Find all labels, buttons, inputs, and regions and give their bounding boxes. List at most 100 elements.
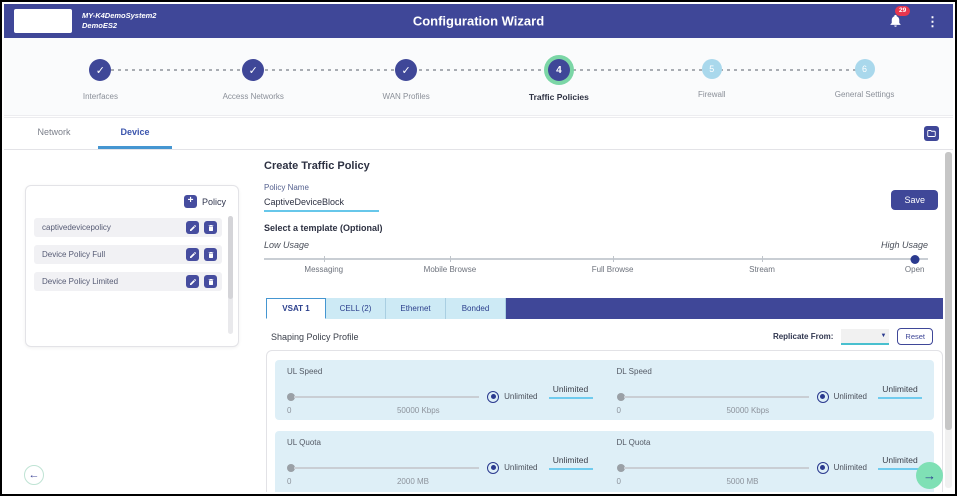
ul-speed-scale: 0 50000 Kbps [287,406,593,416]
template-option-full-browse[interactable]: Full Browse [592,265,634,274]
back-button[interactable]: ← [24,465,44,485]
app-window: MY-K4DemoSystem2 DemoES2 Configuration W… [0,0,957,496]
delete-policy-button[interactable] [204,221,217,234]
step-interfaces[interactable]: ✓ Interfaces [24,38,177,115]
policy-name: Device Policy Limited [42,277,181,286]
tab-vsat-1[interactable]: VSAT 1 [266,298,326,319]
ul-speed-slider-track[interactable] [294,396,479,398]
step-access-networks[interactable]: ✓ Access Networks [177,38,330,115]
ul-speed-unlimited-radio[interactable] [487,391,499,403]
ul-quota-scale: 0 2000 MB [287,477,593,487]
speed-panel: UL Speed Unlimited Unlimited 0 50000 Kbp… [275,360,934,420]
policy-name: Device Policy Full [42,250,181,259]
check-icon: ✓ [242,59,264,81]
page-title: Configuration Wizard [413,14,544,29]
policy-list-scrollbar[interactable] [228,216,233,334]
page-scrollbar[interactable] [945,152,952,488]
template-slider-thumb[interactable] [910,255,919,264]
template-section-label: Select a template (Optional) [264,223,383,233]
trash-icon [207,246,215,264]
usage-range-labels: Low Usage High Usage [264,240,928,250]
policy-row[interactable]: captivedevicepolicy [34,218,222,237]
step-label: Traffic Policies [529,92,589,102]
ul-speed-value-field[interactable]: Unlimited [549,384,593,399]
scale-min: 0 [287,406,291,415]
policy-rows: captivedevicepolicy Device Policy Full D… [34,218,222,299]
step-wan-profiles[interactable]: ✓ WAN Profiles [330,38,483,115]
pencil-icon [189,246,197,264]
slider-tick [450,256,451,262]
scale-max: 50000 Kbps [726,406,769,415]
step-label: Access Networks [223,92,284,101]
open-panel-button[interactable] [924,126,939,141]
reset-button[interactable]: Reset [897,328,933,345]
step-general-settings[interactable]: 6 General Settings [788,38,941,115]
add-policy-button[interactable]: + Policy [184,195,226,208]
tab-device[interactable]: Device [98,118,172,149]
scale-min: 0 [617,477,621,486]
step-firewall[interactable]: 5 Firewall [635,38,788,115]
scale-min: 0 [617,406,621,415]
arrow-left-icon: ← [29,469,40,481]
app-header: MY-K4DemoSystem2 DemoES2 Configuration W… [4,4,953,38]
arrow-right-icon: → [923,468,936,483]
step-number: 6 [855,59,875,79]
policy-row[interactable]: Device Policy Limited [34,272,222,291]
dl-quota-slider-track[interactable] [624,467,809,469]
chevron-down-icon: ▼ [880,333,886,339]
ul-quota-unlimited-radio[interactable] [487,462,499,474]
template-options: Messaging Mobile Browse Full Browse Stre… [264,265,928,277]
delete-policy-button[interactable] [204,275,217,288]
system-names: MY-K4DemoSystem2 DemoES2 [82,11,156,31]
shaping-policy-card: UL Speed Unlimited Unlimited 0 50000 Kbp… [266,350,943,492]
dl-speed-slider-track[interactable] [624,396,809,398]
radio-label: Unlimited [504,392,537,401]
save-button[interactable]: Save [891,190,938,210]
edit-policy-button[interactable] [186,221,199,234]
step-number: 4 [548,59,570,81]
template-slider[interactable] [264,258,928,260]
ul-quota-slider-track[interactable] [294,467,479,469]
step-traffic-policies[interactable]: 4 Traffic Policies [482,38,635,115]
dl-quota-group: DL Quota Unlimited Unlimited 0 5000 MB [605,438,935,487]
shaping-header: Shaping Policy Profile Replicate From: ▼… [266,328,933,348]
tab-cell[interactable]: CELL (2) [326,298,386,319]
folder-icon [927,125,936,143]
delete-policy-button[interactable] [204,248,217,261]
pencil-icon [189,219,197,237]
trash-icon [207,273,215,291]
tab-network[interactable]: Network [24,118,84,149]
next-button[interactable]: → [916,462,943,489]
ul-speed-label: UL Speed [287,367,593,376]
interface-tabs: VSAT 1 CELL (2) Ethernet Bonded [266,298,943,319]
policy-name-input[interactable] [264,194,379,212]
ul-quota-group: UL Quota Unlimited Unlimited 0 2000 MB [275,438,605,487]
step-label: General Settings [835,90,895,99]
replicate-from-select[interactable]: ▼ [841,329,889,345]
notifications-button[interactable]: 29 [888,13,904,29]
dl-speed-unlimited-radio[interactable] [817,391,829,403]
replicate-from-label: Replicate From: [773,332,833,341]
template-option-mobile-browse[interactable]: Mobile Browse [424,265,476,274]
scale-max: 50000 Kbps [397,406,440,415]
dl-speed-group: DL Speed Unlimited Unlimited 0 50000 Kbp… [605,367,935,416]
check-icon: ✓ [89,59,111,81]
policy-row[interactable]: Device Policy Full [34,245,222,264]
template-option-open[interactable]: Open [905,265,925,274]
ul-quota-value-field[interactable]: Unlimited [549,455,593,470]
tab-ethernet[interactable]: Ethernet [386,298,446,319]
tab-bonded[interactable]: Bonded [446,298,506,319]
scale-min: 0 [287,477,291,486]
step-label: Firewall [698,90,726,99]
template-option-messaging[interactable]: Messaging [304,265,343,274]
dl-quota-unlimited-radio[interactable] [817,462,829,474]
dl-quota-value-field[interactable]: Unlimited [878,455,922,470]
kebab-menu-icon[interactable]: ⋮ [922,13,943,30]
policy-list-card: + Policy captivedevicepolicy Device Poli… [25,185,239,347]
edit-policy-button[interactable] [186,248,199,261]
dl-quota-label: DL Quota [617,438,923,447]
template-option-stream[interactable]: Stream [749,265,775,274]
scope-tabs: Network Device [4,117,953,150]
dl-speed-value-field[interactable]: Unlimited [878,384,922,399]
edit-policy-button[interactable] [186,275,199,288]
